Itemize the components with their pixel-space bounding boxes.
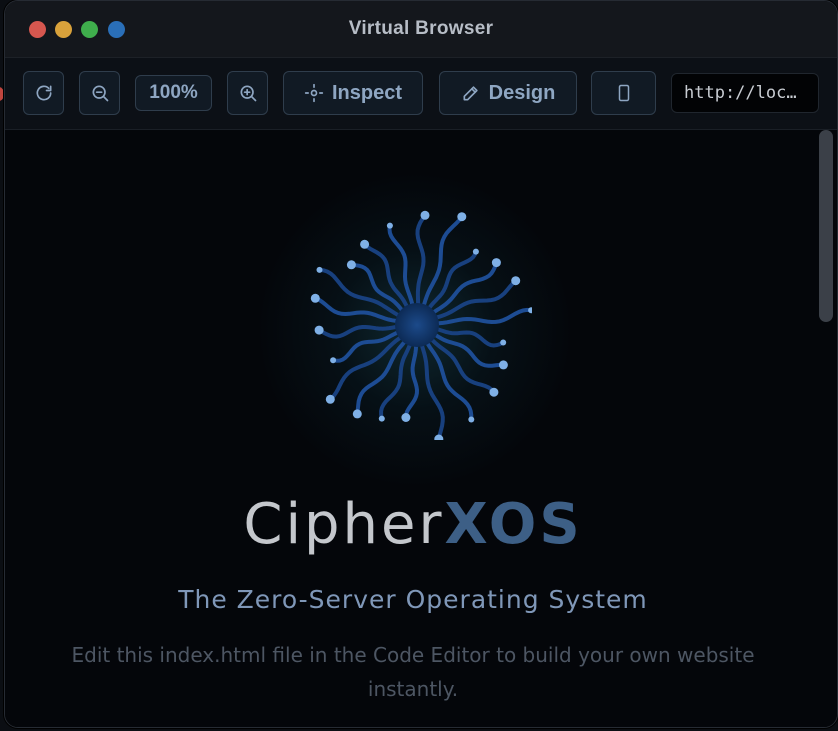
logo-node [316, 266, 323, 273]
zoom-out-icon [90, 83, 110, 103]
logo-node [352, 409, 362, 419]
logo-tendril [419, 340, 445, 440]
tagline: The Zero-Server Operating System [178, 585, 648, 614]
logo-node [386, 222, 393, 229]
logo-node [360, 239, 370, 249]
page-viewport[interactable]: CipherXOS The Zero-Server Operating Syst… [5, 130, 837, 727]
design-button[interactable]: Design [439, 71, 577, 115]
logo-node [310, 293, 320, 303]
brand-title-part2: XOS [444, 492, 583, 557]
refresh-icon [34, 83, 54, 103]
url-text: http://localhost [684, 83, 806, 103]
vertical-scrollbar[interactable] [815, 130, 837, 727]
inspect-label: Inspect [331, 81, 403, 104]
logo-node [491, 258, 501, 268]
logo-node [401, 413, 411, 422]
zoom-out-button[interactable] [79, 71, 120, 115]
logo-core [395, 303, 439, 347]
url-field[interactable]: http://localhost [671, 73, 819, 113]
browser-toolbar: 100% Inspect Design http://local [5, 58, 837, 130]
browser-window: Virtual Browser 100% Inspect Design http… [4, 0, 838, 728]
pencil-icon [461, 83, 481, 103]
zoom-level-display: 100% [135, 75, 212, 111]
cipherxos-logo [310, 210, 532, 440]
design-label: Design [488, 81, 556, 104]
logo-node [330, 357, 337, 364]
window-title: Virtual Browser [348, 18, 494, 39]
mobile-view-button[interactable] [591, 71, 656, 115]
logo-node [434, 434, 444, 440]
logo-node [457, 212, 467, 222]
logo-node [498, 360, 508, 370]
logo-tendril [415, 213, 427, 309]
logo-node [489, 387, 499, 397]
logo-tendril [317, 324, 402, 339]
zoom-in-icon [238, 83, 258, 103]
inspect-icon [304, 83, 324, 103]
description-text: Edit this index.html file in the Code Ed… [71, 643, 755, 701]
logo-node [468, 416, 475, 423]
logo-node [314, 325, 324, 335]
inspect-button[interactable]: Inspect [283, 71, 423, 115]
scrollbar-thumb[interactable] [819, 130, 833, 322]
logo-node [472, 248, 479, 255]
logo-node [420, 210, 430, 220]
logo-node [325, 394, 335, 404]
title-bar[interactable]: Virtual Browser [5, 1, 837, 58]
refresh-button[interactable] [23, 71, 64, 115]
logo-node [378, 415, 385, 422]
mobile-device-icon [615, 82, 633, 104]
logo-node [346, 260, 356, 270]
logo-node [511, 276, 521, 286]
zoom-in-button[interactable] [227, 71, 268, 115]
brand-title: CipherXOS [5, 492, 821, 557]
brand-title-part1: Cipher [243, 492, 445, 557]
logo-tendril [432, 326, 506, 348]
logo-node [500, 339, 507, 346]
